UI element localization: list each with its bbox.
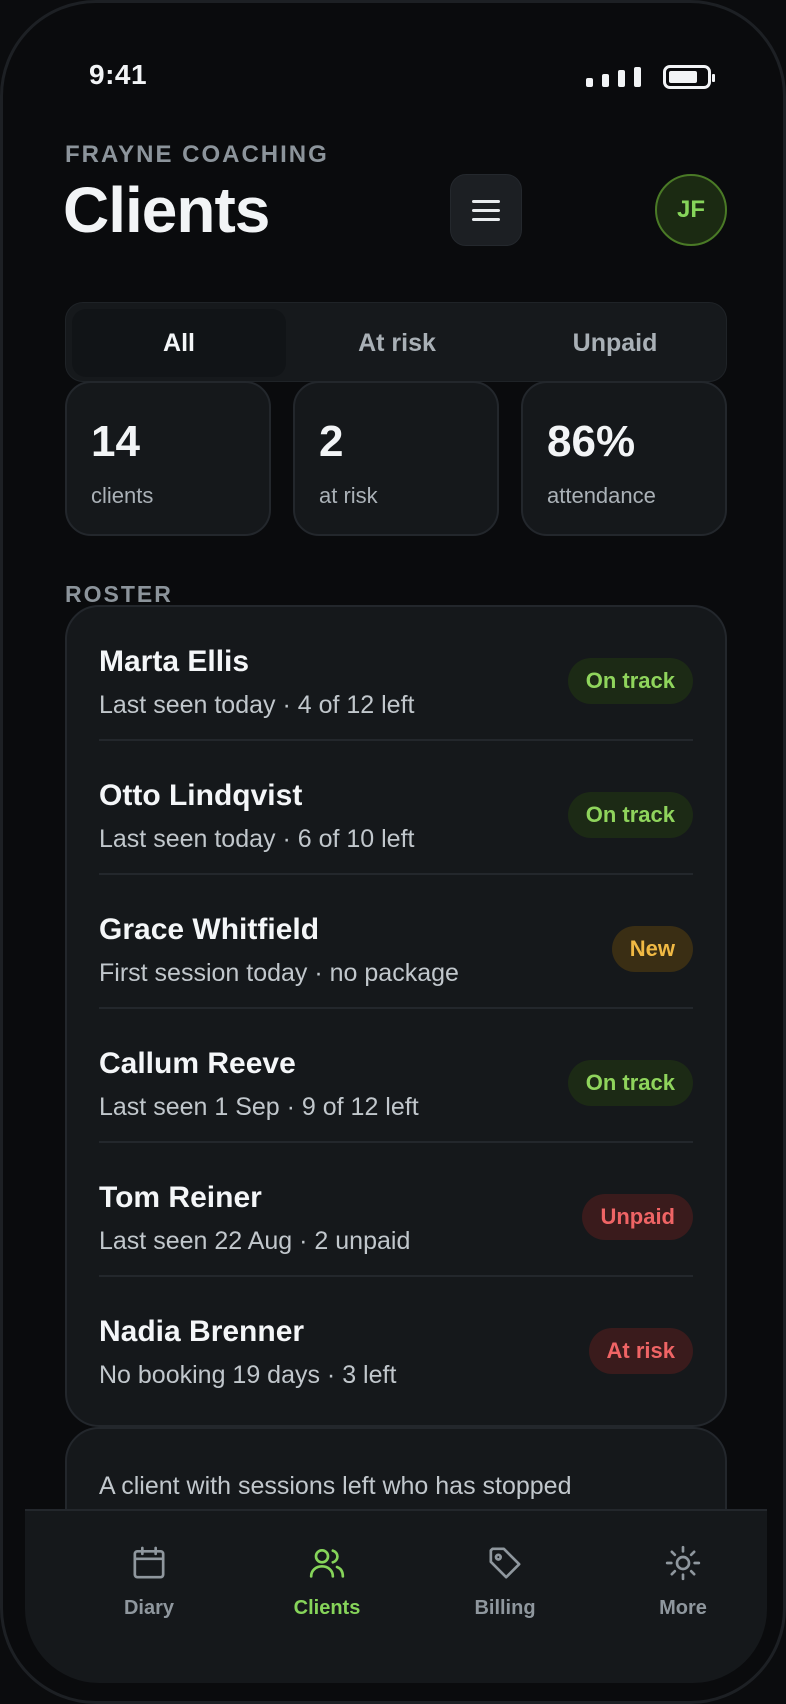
avatar[interactable]: JF [655, 174, 727, 246]
tab-label: More [659, 1597, 707, 1619]
filter-unpaid[interactable]: Unpaid [508, 309, 722, 377]
client-detail: First session today · no package [99, 959, 459, 987]
page-title: Clients [63, 174, 270, 246]
tab-label: Clients [293, 1597, 361, 1619]
tab-clients[interactable]: Clients [238, 1543, 416, 1633]
tab-label: Billing [474, 1597, 536, 1619]
sun-icon [665, 1545, 701, 1581]
tab-diary[interactable]: Diary [60, 1543, 238, 1633]
battery-icon [663, 65, 715, 89]
users-icon [309, 1549, 345, 1578]
status-badge: New [611, 926, 693, 972]
stat-label: attendance [547, 483, 656, 508]
bottom-tab-bar: Diary Clients Billing More [25, 1509, 767, 1683]
filter-all[interactable]: All [72, 309, 286, 377]
client-name: Marta Ellis [99, 645, 250, 678]
roster-card: Marta Ellis Last seen today · 4 of 12 le… [65, 605, 727, 1427]
client-name: Callum Reeve [99, 1047, 296, 1080]
menu-icon-bar [472, 208, 500, 212]
stat-value: 2 [319, 417, 344, 466]
client-name: Nadia Brenner [99, 1315, 305, 1348]
stat-value: 14 [91, 417, 140, 466]
client-name: Grace Whitfield [99, 913, 320, 946]
tab-billing[interactable]: Billing [416, 1543, 594, 1633]
stat-card-clients: 14 clients [65, 381, 271, 536]
client-detail: Last seen 22 Aug · 2 unpaid [99, 1227, 411, 1255]
tab-more[interactable]: More [594, 1543, 772, 1633]
stat-value: 86% [547, 417, 636, 466]
tag-icon [489, 1547, 521, 1579]
client-row-grace-whitfield[interactable]: Grace Whitfield First session today · no… [99, 875, 693, 1009]
client-detail: Last seen 1 Sep · 9 of 12 left [99, 1093, 419, 1121]
status-badge: On track [567, 1060, 693, 1106]
business-name: FRAYNE COACHING [65, 141, 329, 168]
section-label-roster: ROSTER [65, 581, 173, 607]
menu-icon [472, 199, 500, 203]
status-badge: At risk [588, 1328, 693, 1374]
client-row-callum-reeve[interactable]: Callum Reeve Last seen 1 Sep · 9 of 12 l… [99, 1009, 693, 1143]
phone-frame: 9:41 FRAYNE COACHING Clients JF All At r… [0, 0, 786, 1704]
client-row-otto-lindqvist[interactable]: Otto Lindqvist Last seen today · 6 of 10… [99, 741, 693, 875]
status-badge: Unpaid [582, 1194, 693, 1240]
status-badge: On track [567, 658, 693, 704]
client-row-tom-reiner[interactable]: Tom Reiner Last seen 22 Aug · 2 unpaid U… [99, 1143, 693, 1277]
client-name: Tom Reiner [99, 1181, 262, 1214]
client-detail: Last seen today · 6 of 10 left [99, 825, 415, 853]
signal-icon [586, 67, 641, 87]
stat-label: clients [91, 483, 154, 508]
client-detail: Last seen today · 4 of 12 left [99, 691, 415, 719]
status-badge: On track [567, 792, 693, 838]
client-row-marta-ellis[interactable]: Marta Ellis Last seen today · 4 of 12 le… [99, 607, 693, 741]
status-time: 9:41 [89, 59, 148, 90]
menu-button[interactable] [450, 174, 522, 246]
stat-card-attendance: 86% attendance [521, 381, 727, 536]
client-detail: No booking 19 days · 3 left [99, 1361, 397, 1389]
client-row-nadia-brenner[interactable]: Nadia Brenner No booking 19 days · 3 lef… [99, 1277, 693, 1411]
stat-card-at-risk: 2 at risk [293, 381, 499, 536]
client-name: Otto Lindqvist [99, 779, 303, 812]
stat-label: at risk [319, 483, 378, 508]
calendar-icon [133, 1546, 165, 1579]
filter-at-risk[interactable]: At risk [290, 309, 504, 377]
tab-label: Diary [123, 1597, 175, 1619]
info-text: A client with sessions left who has stop… [99, 1472, 572, 1500]
filter-segmented-control: All At risk Unpaid [65, 302, 727, 382]
menu-icon-bar [472, 217, 500, 221]
